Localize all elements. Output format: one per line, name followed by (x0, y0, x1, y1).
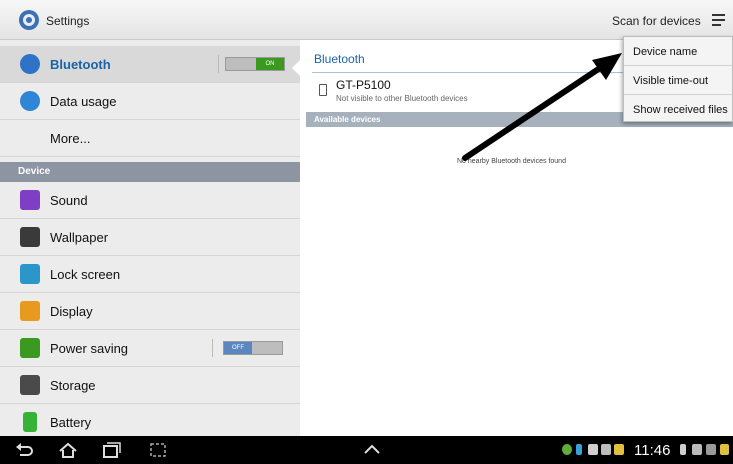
sidebar-item-label: Sound (50, 193, 88, 208)
settings-list: Bluetooth ON Data usage More... Device S… (0, 40, 300, 436)
sidebar-item-sound[interactable]: Sound (0, 182, 300, 219)
wallpaper-icon (20, 227, 40, 247)
sidebar-item-label: Wallpaper (50, 230, 109, 245)
bluetooth-status-icon (680, 444, 686, 455)
section-header-device: Device (0, 162, 300, 182)
selection-indicator (292, 60, 300, 76)
toggle-state: OFF (224, 342, 252, 354)
section-header-label: Device (18, 166, 51, 177)
phone-icon (319, 84, 327, 96)
system-navigation-bar: 11:46 (0, 436, 733, 464)
recent-apps-icon[interactable] (101, 441, 121, 459)
sidebar-item-more[interactable]: More... (0, 120, 300, 157)
usb-icon (576, 444, 582, 455)
sidebar-item-label: Bluetooth (50, 57, 111, 72)
wifi-icon (692, 444, 702, 455)
divider (218, 55, 219, 73)
sd-card-icon (588, 444, 598, 455)
menu-item-label: Show received files (633, 104, 728, 116)
app-title: Settings (46, 14, 90, 28)
sidebar-item-data-usage[interactable]: Data usage (0, 83, 300, 120)
sidebar-item-storage[interactable]: Storage (0, 367, 300, 404)
screenshot-icon[interactable] (148, 441, 168, 459)
device-name[interactable]: GT-P5100 (336, 78, 391, 92)
bluetooth-icon (20, 54, 40, 74)
storage-icon (20, 375, 40, 395)
sidebar-item-label: Storage (50, 378, 96, 393)
overflow-menu: Device name Visible time-out Show receiv… (623, 36, 733, 122)
overflow-menu-icon[interactable] (712, 12, 728, 28)
sidebar-item-power-saving[interactable]: Power saving OFF (0, 330, 300, 367)
sidebar-item-label: More... (50, 131, 91, 146)
battery-icon (23, 412, 37, 432)
bluetooth-toggle[interactable]: ON (225, 57, 285, 71)
lock-icon (20, 264, 40, 284)
data-usage-icon (20, 91, 40, 111)
sidebar-item-label: Display (50, 304, 93, 319)
sidebar-item-label: Power saving (50, 341, 129, 356)
chevron-up-icon[interactable] (362, 441, 382, 459)
divider (212, 339, 213, 357)
sidebar-item-label: Data usage (50, 94, 117, 109)
power-saving-toggle[interactable]: OFF (223, 341, 283, 355)
action-bar: Settings Scan for devices (0, 0, 733, 40)
clock: 11:46 (634, 442, 671, 459)
android-notification-icon (562, 444, 572, 455)
scan-for-devices-button[interactable]: Scan for devices (612, 14, 701, 28)
display-icon (20, 301, 40, 321)
power-saving-icon (20, 338, 40, 358)
star-icon (614, 444, 624, 455)
battery-status-icon (720, 444, 729, 455)
device-visibility-status: Not visible to other Bluetooth devices (336, 94, 468, 103)
sidebar-item-wallpaper[interactable]: Wallpaper (0, 219, 300, 256)
detail-title: Bluetooth (314, 52, 365, 66)
signal-icon (706, 444, 716, 455)
image-notification-icon (601, 444, 611, 455)
sidebar-item-lock-screen[interactable]: Lock screen (0, 256, 300, 293)
sidebar-item-label: Battery (50, 415, 92, 430)
menu-item-show-received-files[interactable]: Show received files (624, 95, 733, 124)
sidebar-item-display[interactable]: Display (0, 293, 300, 330)
sidebar-item-bluetooth[interactable]: Bluetooth ON (0, 46, 300, 83)
sidebar-item-label: Lock screen (50, 267, 121, 282)
sound-icon (20, 190, 40, 210)
menu-item-label: Visible time-out (633, 75, 708, 87)
home-icon[interactable] (58, 441, 78, 459)
menu-item-device-name[interactable]: Device name (624, 37, 733, 66)
settings-gear-icon[interactable] (18, 9, 40, 31)
empty-devices-message: No nearby Bluetooth devices found (457, 158, 566, 165)
toggle-state: ON (256, 58, 284, 70)
menu-item-label: Device name (633, 46, 698, 58)
section-header-label: Available devices (314, 115, 381, 124)
menu-item-visible-time-out[interactable]: Visible time-out (624, 66, 733, 95)
back-icon[interactable] (14, 441, 34, 459)
